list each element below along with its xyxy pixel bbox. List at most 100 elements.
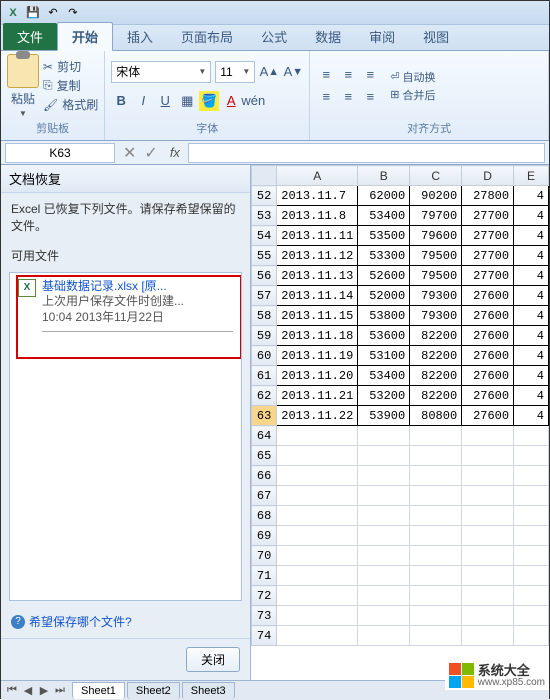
cell[interactable] bbox=[514, 566, 549, 586]
cell[interactable] bbox=[358, 606, 410, 626]
cell[interactable] bbox=[514, 526, 549, 546]
cell[interactable] bbox=[358, 486, 410, 506]
cell[interactable]: 4 bbox=[514, 386, 549, 406]
cell[interactable]: 4 bbox=[514, 326, 549, 346]
table-row[interactable]: 57 2013.11.14 52000 79300 27600 4 bbox=[252, 286, 549, 306]
table-row[interactable]: 71 bbox=[252, 566, 549, 586]
cell[interactable] bbox=[410, 466, 462, 486]
cell[interactable] bbox=[358, 466, 410, 486]
cell[interactable] bbox=[514, 626, 549, 646]
cell[interactable]: 2013.11.13 bbox=[277, 266, 358, 286]
cell[interactable] bbox=[277, 586, 358, 606]
cell[interactable]: 27600 bbox=[462, 366, 514, 386]
copy-button[interactable]: ⎘复制 bbox=[43, 77, 98, 94]
row-header[interactable]: 69 bbox=[252, 526, 277, 546]
underline-button[interactable]: U bbox=[155, 91, 175, 111]
cell[interactable]: 4 bbox=[514, 226, 549, 246]
row-header[interactable]: 58 bbox=[252, 306, 277, 326]
cell[interactable] bbox=[514, 546, 549, 566]
cell[interactable]: 27600 bbox=[462, 286, 514, 306]
cell[interactable]: 4 bbox=[514, 246, 549, 266]
col-header[interactable]: A bbox=[277, 166, 358, 186]
sheet-tab-2[interactable]: Sheet2 bbox=[127, 682, 180, 699]
cell[interactable] bbox=[277, 446, 358, 466]
row-header[interactable]: 62 bbox=[252, 386, 277, 406]
cell[interactable]: 82200 bbox=[410, 366, 462, 386]
tab-insert[interactable]: 插入 bbox=[113, 23, 167, 50]
name-box[interactable]: K63 bbox=[5, 143, 115, 163]
cell[interactable]: 2013.11.7 bbox=[277, 186, 358, 206]
cell[interactable]: 53200 bbox=[358, 386, 410, 406]
cell[interactable]: 53400 bbox=[358, 366, 410, 386]
cell[interactable]: 2013.11.22 bbox=[277, 406, 358, 426]
cell[interactable]: 53100 bbox=[358, 346, 410, 366]
cell[interactable]: 27800 bbox=[462, 186, 514, 206]
cell[interactable] bbox=[514, 446, 549, 466]
align-bottom-icon[interactable]: ≡ bbox=[360, 65, 380, 85]
redo-icon[interactable]: ↷ bbox=[65, 5, 81, 21]
cell[interactable] bbox=[410, 586, 462, 606]
row-header[interactable]: 71 bbox=[252, 566, 277, 586]
tab-data[interactable]: 数据 bbox=[301, 23, 355, 50]
cell[interactable] bbox=[358, 426, 410, 446]
fx-icon[interactable]: fx bbox=[170, 145, 180, 160]
table-row[interactable]: 73 bbox=[252, 606, 549, 626]
table-row[interactable]: 63 2013.11.22 53900 80800 27600 4 bbox=[252, 406, 549, 426]
cell[interactable]: 82200 bbox=[410, 346, 462, 366]
table-row[interactable]: 55 2013.11.12 53300 79500 27700 4 bbox=[252, 246, 549, 266]
cell[interactable] bbox=[514, 506, 549, 526]
sheet-tab-3[interactable]: Sheet3 bbox=[182, 682, 235, 699]
cell[interactable]: 53600 bbox=[358, 326, 410, 346]
decrease-font-icon[interactable]: A▼ bbox=[283, 62, 303, 82]
row-header[interactable]: 53 bbox=[252, 206, 277, 226]
table-row[interactable]: 66 bbox=[252, 466, 549, 486]
tab-formula[interactable]: 公式 bbox=[247, 23, 301, 50]
cell[interactable]: 4 bbox=[514, 306, 549, 326]
cell[interactable]: 80800 bbox=[410, 406, 462, 426]
cell[interactable]: 4 bbox=[514, 366, 549, 386]
table-row[interactable]: 74 bbox=[252, 626, 549, 646]
cell[interactable]: 27600 bbox=[462, 326, 514, 346]
align-center-icon[interactable]: ≡ bbox=[338, 87, 358, 107]
cell[interactable]: 2013.11.20 bbox=[277, 366, 358, 386]
cell[interactable] bbox=[462, 446, 514, 466]
cell[interactable] bbox=[358, 446, 410, 466]
cell[interactable] bbox=[410, 546, 462, 566]
merge-button[interactable]: ⊞合并后 bbox=[390, 87, 435, 103]
cell[interactable] bbox=[277, 426, 358, 446]
cell[interactable] bbox=[358, 586, 410, 606]
cell[interactable]: 2013.11.14 bbox=[277, 286, 358, 306]
wrap-text-button[interactable]: ⏎自动换 bbox=[390, 69, 435, 85]
table-row[interactable]: 65 bbox=[252, 446, 549, 466]
cell[interactable] bbox=[462, 506, 514, 526]
cell[interactable] bbox=[514, 426, 549, 446]
cell[interactable]: 2013.11.12 bbox=[277, 246, 358, 266]
cell[interactable] bbox=[462, 426, 514, 446]
cell[interactable] bbox=[410, 506, 462, 526]
cell[interactable] bbox=[462, 546, 514, 566]
col-header[interactable]: D bbox=[462, 166, 514, 186]
cell[interactable]: 79300 bbox=[410, 306, 462, 326]
cell[interactable] bbox=[514, 586, 549, 606]
cell[interactable]: 2013.11.21 bbox=[277, 386, 358, 406]
align-top-icon[interactable]: ≡ bbox=[316, 65, 336, 85]
table-row[interactable]: 70 bbox=[252, 546, 549, 566]
cell[interactable]: 4 bbox=[514, 286, 549, 306]
nav-next-icon[interactable]: ▶ bbox=[37, 684, 51, 697]
font-name-select[interactable]: 宋体▼ bbox=[111, 61, 211, 83]
cell[interactable]: 27600 bbox=[462, 386, 514, 406]
row-header[interactable]: 54 bbox=[252, 226, 277, 246]
cell[interactable] bbox=[410, 446, 462, 466]
cell[interactable] bbox=[358, 506, 410, 526]
cell[interactable]: 52000 bbox=[358, 286, 410, 306]
col-header[interactable]: C bbox=[410, 166, 462, 186]
cell[interactable] bbox=[277, 466, 358, 486]
cell[interactable]: 53400 bbox=[358, 206, 410, 226]
cell[interactable]: 82200 bbox=[410, 326, 462, 346]
cut-button[interactable]: ✂剪切 bbox=[43, 58, 98, 75]
table-row[interactable]: 58 2013.11.15 53800 79300 27600 4 bbox=[252, 306, 549, 326]
cell[interactable]: 4 bbox=[514, 186, 549, 206]
cell[interactable] bbox=[462, 606, 514, 626]
cell[interactable] bbox=[358, 546, 410, 566]
row-header[interactable]: 66 bbox=[252, 466, 277, 486]
